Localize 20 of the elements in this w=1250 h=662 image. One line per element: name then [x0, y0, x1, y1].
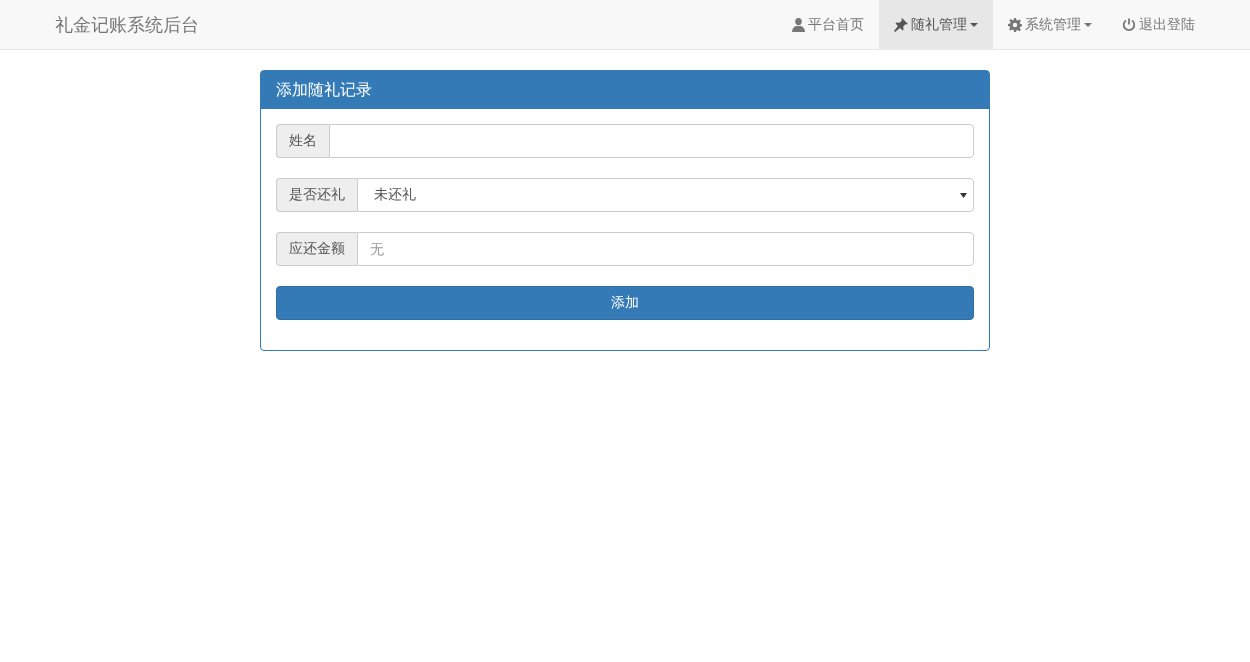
user-icon: [792, 17, 805, 32]
input-field[interactable]: [329, 124, 974, 158]
nav-link[interactable]: 平台首页: [777, 0, 879, 49]
field-label: 姓名: [276, 124, 329, 158]
field-label: 应还金额: [276, 232, 357, 266]
power-icon: [1122, 17, 1136, 32]
field-label: 是否还礼: [276, 178, 357, 212]
select-dropdown[interactable]: 未还礼: [357, 178, 974, 212]
caret-icon: [970, 22, 978, 27]
caret-icon: [1084, 22, 1092, 27]
gear-icon: [1008, 17, 1022, 32]
panel-title: 添加随礼记录: [261, 71, 989, 109]
nav-dropdown[interactable]: 随礼管理: [879, 0, 993, 49]
nav-dropdown[interactable]: 系统管理: [993, 0, 1107, 49]
pushpin-icon: [894, 17, 908, 32]
caret-icon: [960, 192, 967, 198]
brand-link[interactable]: 礼金记账系统后台: [55, 12, 199, 37]
nav-link[interactable]: 退出登陆: [1107, 0, 1210, 49]
input-field[interactable]: 无: [357, 232, 974, 266]
add-button[interactable]: 添加: [276, 286, 974, 320]
